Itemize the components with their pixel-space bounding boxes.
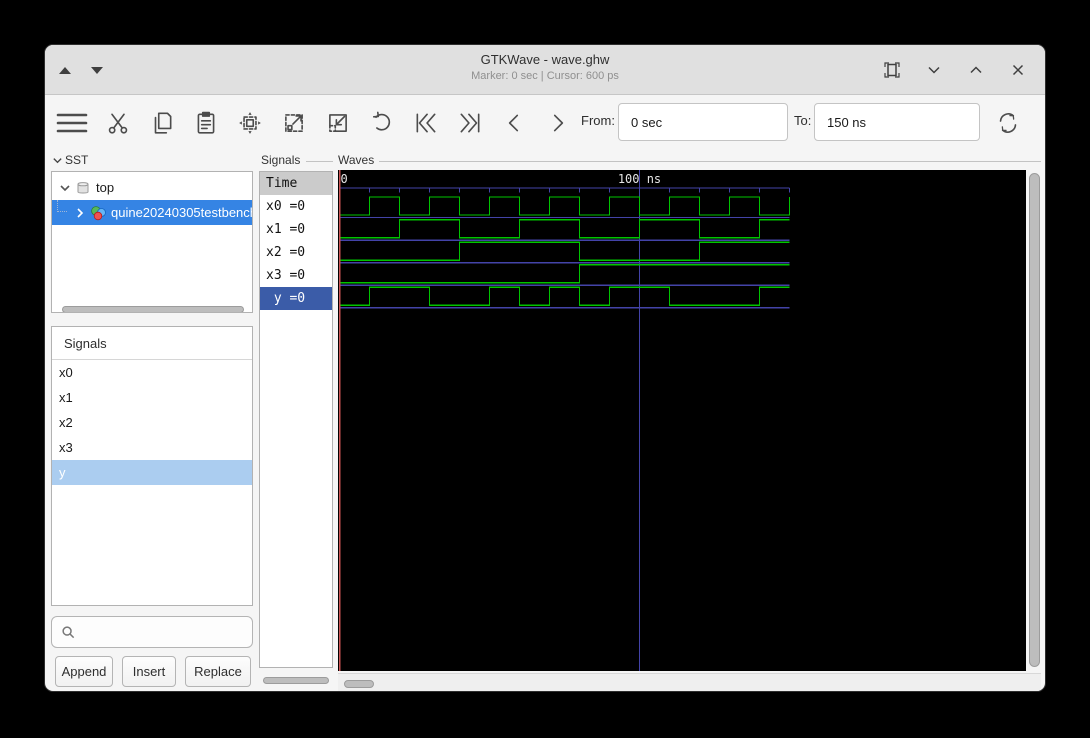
wave-canvas[interactable]: 0 100 ns [338, 170, 1026, 671]
copy-button[interactable] [148, 109, 176, 137]
copy-icon [154, 112, 172, 134]
expander-closed-icon[interactable] [73, 206, 87, 220]
insert-button[interactable]: Insert [122, 656, 176, 687]
tree-label-top: top [96, 180, 115, 195]
sst-expander-icon[interactable] [52, 155, 63, 166]
move-right-button[interactable] [544, 109, 572, 137]
zoom-out-full-button[interactable] [280, 109, 308, 137]
zoom-fit-icon [239, 112, 261, 134]
move-left-button[interactable] [500, 109, 528, 137]
signal-list: x0 x1 x2 x3 y [52, 360, 252, 485]
append-button[interactable]: Append [55, 656, 113, 687]
waveform-plot: 0 100 ns [338, 170, 791, 671]
expander-open-icon[interactable] [58, 181, 72, 195]
tree-connector [57, 200, 67, 212]
gtkwave-window: GTKWave - wave.ghw Marker: 0 sec | Curso… [44, 44, 1046, 692]
paste-icon [197, 111, 215, 134]
signal-value-rows: x0 =0 x1 =0 x2 =0 x3 =0 y =0 [260, 195, 332, 310]
from-input[interactable] [618, 103, 788, 141]
sst-frame-label: SST [52, 153, 88, 167]
waveform-x2 [339, 241, 790, 261]
chevron-down-icon [928, 66, 940, 74]
zoom-fit-button[interactable] [236, 109, 264, 137]
values-hscrollbar[interactable] [263, 677, 329, 684]
waves-frame-line [379, 161, 1041, 162]
values-frame-line [306, 161, 333, 162]
undo-button[interactable] [368, 109, 396, 137]
signal-value-row[interactable]: x2 =0 [260, 241, 332, 264]
waveform-x0 [339, 196, 791, 216]
go-to-start-button[interactable] [412, 109, 440, 137]
tree-row-testbench[interactable]: quine20240305testbench [52, 200, 252, 225]
close-button[interactable] [1007, 59, 1029, 81]
signal-list-header: Signals [52, 327, 252, 360]
signal-search-panel[interactable]: Signals x0 x1 x2 x3 y [51, 326, 253, 606]
fullscreen-button[interactable] [881, 59, 903, 81]
skip-to-end-icon [460, 113, 480, 133]
waveform-y [339, 286, 790, 307]
signal-list-item-y[interactable]: y [52, 460, 252, 485]
signal-value-row[interactable]: x0 =0 [260, 195, 332, 218]
time-header: Time [260, 172, 332, 195]
ruler-label-0: 0 [341, 172, 348, 186]
undo-icon [372, 111, 391, 131]
waves-hscrollbar-track [338, 673, 1041, 691]
go-to-end-button[interactable] [456, 109, 484, 137]
hamburger-icon [56, 113, 88, 133]
titlebar[interactable]: GTKWave - wave.ghw Marker: 0 sec | Curso… [45, 45, 1045, 95]
chevron-up-icon [970, 66, 982, 74]
waveform-x3 [339, 264, 790, 284]
toolbar: From: To: [45, 96, 1045, 149]
waves-vscrollbar-track [1028, 170, 1042, 671]
close-icon [1012, 64, 1024, 76]
sst-tree-panel[interactable]: top quine20240305testbench [51, 171, 253, 313]
scissors-icon [108, 113, 128, 134]
reload-icon [999, 113, 1017, 133]
fullscreen-icon [884, 62, 900, 78]
signal-value-row[interactable]: y =0 [260, 287, 332, 310]
from-label: From: [581, 113, 615, 128]
waves-hscrollbar[interactable] [344, 680, 374, 688]
tree-row-top[interactable]: top [52, 175, 252, 200]
paste-button[interactable] [192, 109, 220, 137]
tree-label-testbench: quine20240305testbench [111, 205, 252, 220]
signal-value-row[interactable]: x3 =0 [260, 264, 332, 287]
zoom-out-arrow-icon [285, 114, 303, 132]
to-label: To: [794, 113, 812, 128]
signal-list-item-x2[interactable]: x2 [52, 410, 252, 435]
cut-button[interactable] [104, 109, 132, 137]
search-icon [62, 625, 75, 638]
signal-value-row[interactable]: x1 =0 [260, 218, 332, 241]
skip-to-start-icon [416, 113, 436, 133]
reload-button[interactable] [994, 109, 1022, 137]
scope-cylinder-icon [77, 181, 89, 193]
sst-hscrollbar[interactable] [62, 306, 244, 312]
maximize-button[interactable] [965, 59, 987, 81]
chevron-left-icon [508, 114, 519, 132]
chevron-right-icon [553, 114, 564, 132]
waves-vscrollbar[interactable] [1029, 173, 1040, 667]
search-input[interactable] [51, 616, 253, 648]
replace-button[interactable]: Replace [185, 656, 251, 687]
minimize-button[interactable] [923, 59, 945, 81]
values-frame-label: Signals [261, 153, 301, 167]
main-content: SST top quine20240305testbench Signals x… [45, 149, 1045, 691]
zoom-in-full-button[interactable] [324, 109, 352, 137]
waveform-x1 [339, 218, 790, 239]
signal-values-panel[interactable]: Time x0 =0 x1 =0 x2 =0 x3 =0 y =0 [259, 171, 333, 668]
zoom-in-arrow-icon [329, 114, 347, 132]
menu-button[interactable] [54, 109, 90, 137]
signal-list-item-x0[interactable]: x0 [52, 360, 252, 385]
waves-frame-label: Waves [338, 153, 375, 167]
ruler-label-100: 100 ns [618, 172, 661, 186]
signal-list-item-x1[interactable]: x1 [52, 385, 252, 410]
signal-list-item-x3[interactable]: x3 [52, 435, 252, 460]
module-icon [91, 205, 106, 220]
to-input[interactable] [814, 103, 980, 141]
